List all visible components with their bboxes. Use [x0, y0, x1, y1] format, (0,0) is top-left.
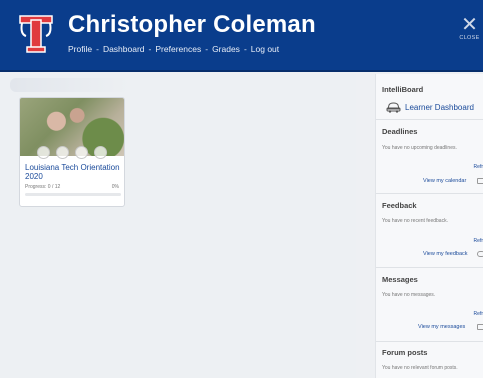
activity-dot-icon: [94, 146, 107, 159]
divider: [376, 193, 483, 194]
course-activity-dots: [37, 146, 109, 160]
blurred-banner: [10, 78, 130, 92]
feedback-refresh-link[interactable]: Refr: [474, 238, 483, 244]
messages-text: You have no messages.: [382, 292, 436, 298]
divider: [376, 119, 483, 120]
nav-separator: -: [205, 44, 209, 54]
forum-posts-title: Forum posts: [382, 348, 428, 357]
divider: [376, 267, 483, 268]
view-calendar-link[interactable]: View my calendar: [423, 178, 466, 184]
deadlines-refresh-link[interactable]: Refr: [474, 164, 483, 170]
user-nav: Profile - Dashboard - Preferences - Grades - Log…: [68, 44, 279, 54]
messages-block: Messages: [382, 275, 483, 284]
nav-profile-link[interactable]: Profile: [68, 44, 92, 54]
user-name: Christopher Coleman: [68, 11, 316, 38]
nav-separator: -: [96, 44, 99, 54]
nav-grades-link[interactable]: Grades: [212, 44, 240, 54]
message-icon[interactable]: [477, 324, 483, 330]
calendar-icon[interactable]: [477, 178, 483, 184]
nav-separator: -: [148, 44, 152, 54]
activity-dot-icon: [56, 146, 69, 159]
nav-dashboard-link[interactable]: Dashboard: [103, 44, 145, 54]
nav-logout-link[interactable]: Log out: [251, 44, 279, 54]
louisiana-tech-logo-icon[interactable]: [18, 14, 54, 54]
right-sidebar: IntelliBoard Learner Dashboard Deadlines…: [375, 74, 483, 378]
top-header: Christopher Coleman Profile - Dashboard - Pr…: [0, 0, 483, 72]
messages-refresh-link[interactable]: Refr: [474, 311, 483, 317]
activity-dot-icon: [37, 146, 50, 159]
deadlines-text: You have no upcoming deadlines.: [382, 145, 457, 151]
deadlines-title: Deadlines: [382, 127, 418, 136]
intelliboard-title: IntelliBoard: [382, 85, 424, 94]
learner-dashboard-link[interactable]: Learner Dashboard: [405, 103, 474, 112]
deadlines-block: Deadlines: [382, 127, 483, 136]
course-progress-bar: [25, 193, 121, 196]
feedback-block: Feedback: [382, 201, 483, 210]
close-label: CLOSE: [459, 35, 480, 41]
feedback-title: Feedback: [382, 201, 417, 210]
activity-dot-icon: [75, 146, 88, 159]
view-feedback-link[interactable]: View my feedback: [423, 251, 468, 257]
forum-posts-text: You have no relevant forum posts.: [382, 365, 458, 371]
car-icon: [386, 102, 401, 113]
course-title-link[interactable]: Louisiana Tech Orientation 2020: [25, 163, 124, 181]
course-progress-percent: 0%: [111, 184, 119, 190]
close-button[interactable]: ✕ CLOSE: [456, 14, 483, 46]
nav-separator: -: [243, 44, 247, 54]
course-card[interactable]: Louisiana Tech Orientation 2020 Progress…: [19, 97, 125, 207]
nav-preferences-link[interactable]: Preferences: [155, 44, 201, 54]
feedback-icon[interactable]: [477, 251, 483, 257]
intelliboard-block: IntelliBoard: [382, 85, 483, 94]
close-icon: ✕: [461, 14, 478, 36]
forum-posts-block: Forum posts: [382, 348, 483, 357]
course-progress-label: Progress: 0 / 12: [25, 184, 61, 190]
view-messages-link[interactable]: View my messages: [418, 324, 465, 330]
messages-title: Messages: [382, 275, 418, 284]
divider: [376, 341, 483, 342]
feedback-text: You have no recent feedback.: [382, 218, 448, 224]
